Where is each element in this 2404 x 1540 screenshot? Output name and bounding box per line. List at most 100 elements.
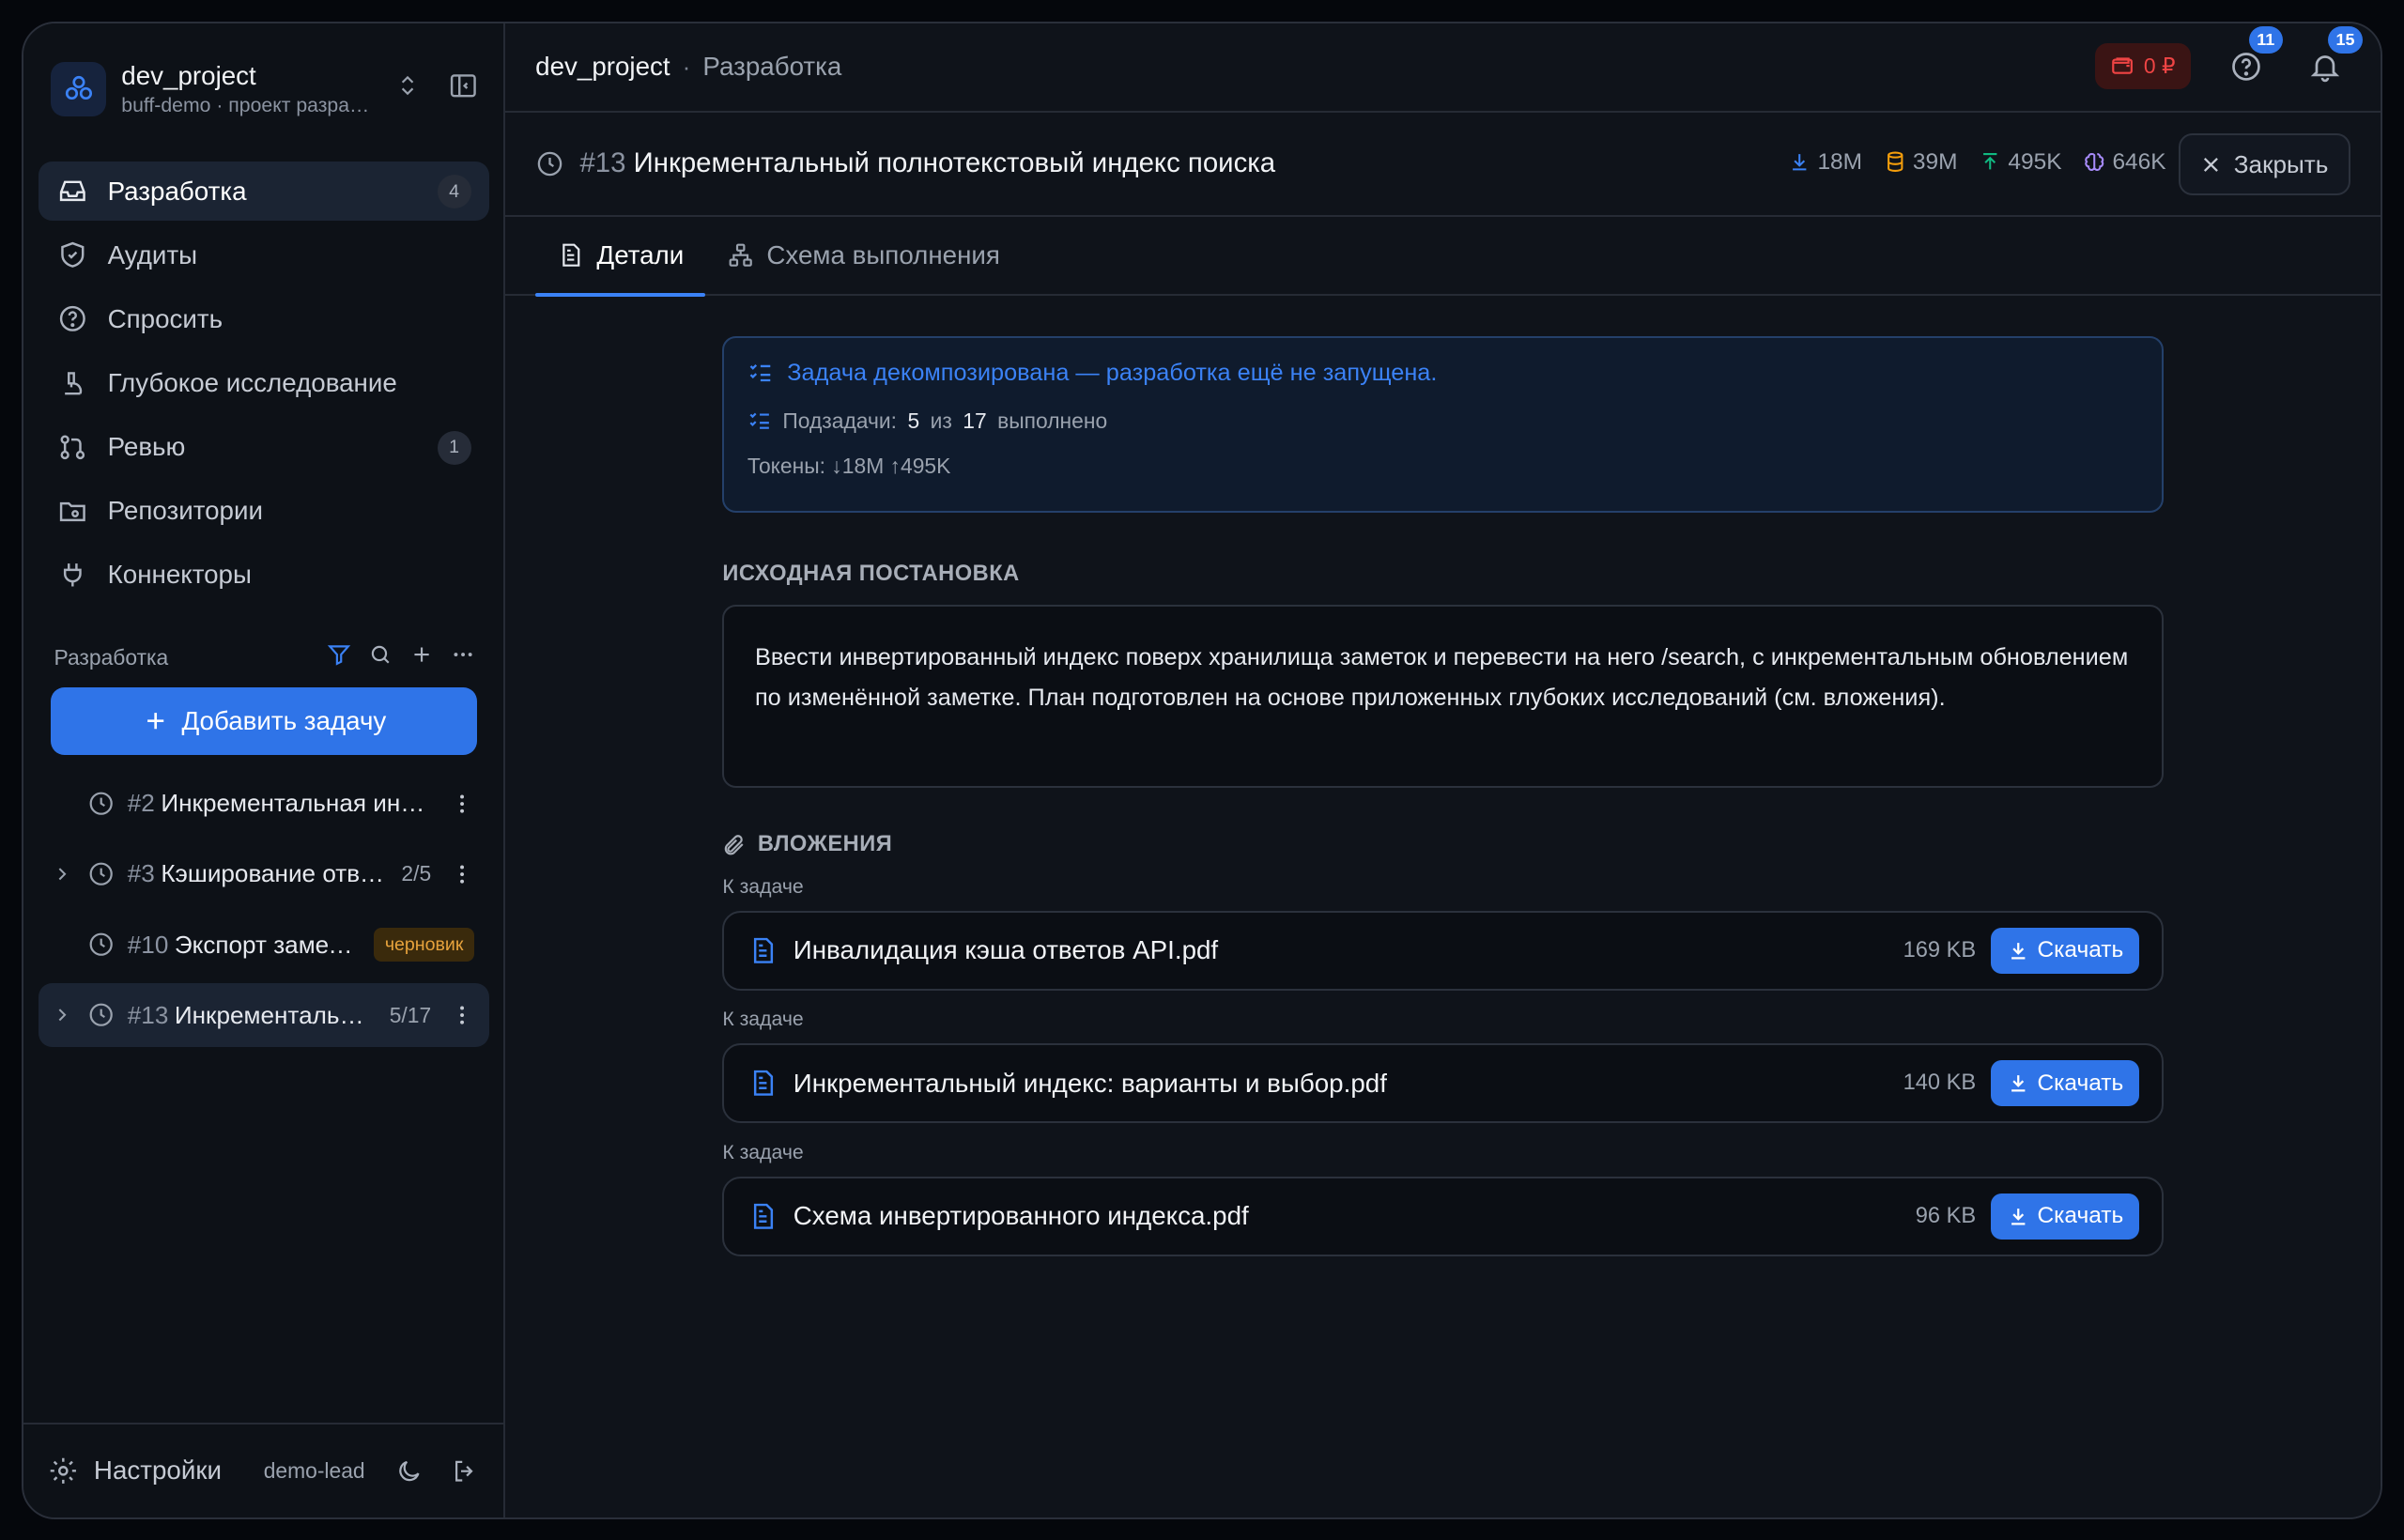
task-item[interactable]: #3 Кэширование ответов API 2/5 [39,842,489,907]
nav-label: Ревью [107,431,186,461]
nav-label: Коннекторы [107,560,252,590]
chevron-right-icon[interactable] [51,864,72,886]
sidebar: dev_project buff-demo · проект разработк… [23,23,505,1517]
attachment-scope-label: К задаче [722,1141,804,1163]
folder-git-icon [57,496,88,527]
brain-icon [2085,153,2104,172]
notification-badge: 15 [2328,26,2363,54]
task-list: #2 Инкрементальная индексация #3 Кэширов… [39,772,490,1054]
notifications-button[interactable]: 15 [2301,26,2363,90]
logout-icon[interactable] [451,1457,478,1485]
attachment-scope-label: К задаче [722,875,804,898]
details-content: Задача декомпозирована — разработка ещё … [722,335,2165,1256]
attachment-item[interactable]: Схема инвертированного индекса.pdf 96 KB… [722,1176,2165,1256]
attachment-item[interactable]: Инкрементальный индекс: варианты и выбор… [722,1043,2165,1124]
task-item-selected[interactable]: #13 Инкрементальный полнотекстовый индек… [39,982,490,1048]
file-name[interactable]: Инвалидация кэша ответов API.pdf [794,935,1903,965]
more-vertical-icon[interactable] [450,1003,474,1027]
original-task-heading: ИСХОДНАЯ ПОСТАНОВКА [722,561,1020,586]
inbox-icon [57,176,88,207]
nav-item-deep-research[interactable]: Глубокое исследование [39,353,489,413]
file-text-icon [747,1068,778,1099]
nav-label: Глубокое исследование [107,367,397,397]
attachment-item[interactable]: Инвалидация кэша ответов API.pdf 169 KB … [722,910,2165,991]
tab-bar: Детали Схема выполнения [504,217,2381,297]
status-info-box: Задача декомпозирована — разработка ещё … [722,335,2165,513]
nav-item-audits[interactable]: Аудиты [39,225,489,285]
clock-icon [535,149,564,178]
task-progress: 5/17 [389,1002,432,1027]
gear-icon[interactable] [48,1455,79,1486]
plus-icon[interactable] [409,642,434,672]
file-size: 96 KB [1915,1203,1977,1228]
project-logo-icon [51,61,106,117]
username: demo-lead [263,1457,365,1483]
workflow-icon [729,243,752,268]
download-button[interactable]: Скачать [1991,927,2139,974]
subtasks-suffix: выполнено [997,408,1108,433]
subtasks-of: из [930,408,952,433]
task-header: #13 Инкрементальный полнотекстовый индек… [504,113,2381,217]
more-vertical-icon[interactable] [450,862,474,886]
nav-item-development[interactable]: Разработка 4 [39,161,490,222]
task-progress: 2/5 [401,861,432,886]
search-icon[interactable] [368,642,393,672]
nav-item-repositories[interactable]: Репозитории [39,481,489,541]
wallet-amount: 0 ₽ [2143,54,2176,79]
top-bar: dev_project · Разработка 0 ₽ 11 15 [504,23,2381,113]
download-button[interactable]: Скачать [1991,1060,2139,1107]
task-title: Инкрементальный полнотекстовый индекс по… [633,147,1276,179]
tab-label: Схема выполнения [766,239,1000,270]
help-button[interactable]: 11 [2221,26,2283,90]
more-vertical-icon[interactable] [450,792,474,816]
file-text-icon [562,243,580,268]
help-badge: 11 [2248,26,2283,54]
file-name[interactable]: Инкрементальный индекс: варианты и выбор… [794,1069,1903,1099]
breadcrumb-section[interactable]: Разработка [702,52,841,82]
task-item[interactable]: #10 Экспорт заметок черновик [39,913,489,978]
tab-execution-scheme[interactable]: Схема выполнения [705,217,1022,295]
tasks-section-header: Разработка [54,642,475,672]
stat-reasoning-tokens: 646K [2083,149,2166,176]
nav-label: Аудиты [107,239,198,270]
settings-link[interactable]: Настройки [94,1455,222,1486]
chevron-up-down-icon[interactable] [395,73,420,104]
task-item[interactable]: #2 Инкрементальная индексация [39,772,489,837]
shield-check-icon [57,239,88,270]
close-button[interactable]: Закрыть [2178,133,2350,195]
more-horizontal-icon[interactable] [451,642,475,672]
nav-item-connectors[interactable]: Коннекторы [39,545,489,605]
chevron-right-icon[interactable] [51,1005,72,1026]
nav-count-badge: 1 [437,430,471,465]
collapse-sidebar-icon[interactable] [448,70,479,108]
attachment-scope-label: К задаче [722,1009,804,1031]
plug-icon [57,560,88,591]
file-text-icon [747,1201,778,1232]
download-button[interactable]: Скачать [1991,1193,2139,1240]
tokens-summary: Токены: ↓18M ↑495K [747,453,951,478]
bell-icon [2311,54,2340,82]
download-arrow-icon [1793,154,1807,171]
project-switcher[interactable]: dev_project buff-demo · проект разработк… [51,57,478,122]
breadcrumb-project[interactable]: dev_project [535,52,670,82]
nav-item-review[interactable]: Ревью 1 [39,417,489,477]
close-label: Закрыть [2233,149,2329,178]
tab-details[interactable]: Детали [535,217,705,297]
nav-item-ask[interactable]: Спросить [39,289,489,349]
filter-icon[interactable] [327,642,351,672]
nav-label: Разработка [107,176,247,206]
file-name[interactable]: Схема инвертированного индекса.pdf [794,1201,1916,1231]
clock-icon [87,1001,115,1028]
project-name: dev_project [121,60,256,90]
moon-icon[interactable] [395,1457,423,1485]
nav-label: Репозитории [107,496,263,525]
task-title: Экспорт заметок [174,930,360,959]
wallet-balance[interactable]: 0 ₽ [2094,43,2191,90]
git-pull-request-icon [57,432,88,463]
plus-icon [147,713,164,730]
add-task-button[interactable]: Добавить задачу [51,686,478,755]
subtasks-total: 17 [963,408,987,433]
task-title: Инкрементальный полнотекстовый индекс по… [174,1000,378,1029]
clock-icon [87,790,115,817]
task-number: #13 [127,1000,169,1029]
